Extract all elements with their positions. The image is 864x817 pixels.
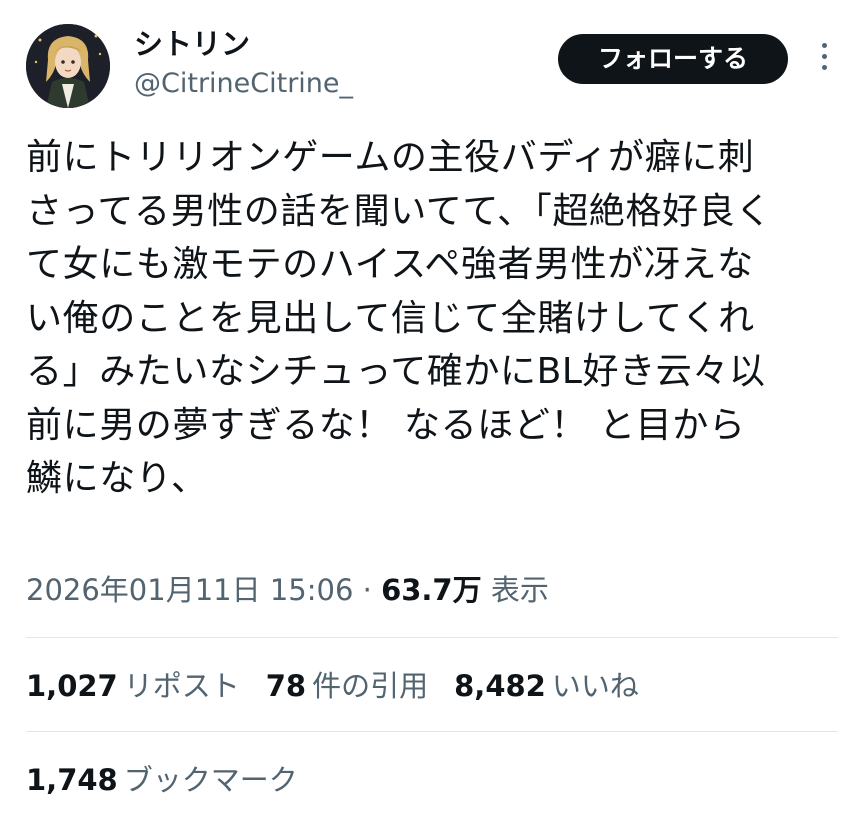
timestamp[interactable]: 2026年01月11日 15:06 <box>26 573 353 607</box>
likes-count: 8,482 <box>454 669 546 703</box>
avatar[interactable] <box>26 24 110 108</box>
tweet-meta: 2026年01月11日 15:06 · 63.7万 表示 <box>26 568 549 612</box>
tweet-text: 前にトリリオンゲームの主役バディが癖に刺 さってる男性の話を聞いてて、「超絶格好… <box>26 131 838 506</box>
views-label: 表示 <box>490 573 549 607</box>
bookmarks-count: 1,748 <box>26 763 118 797</box>
meta-separator: · <box>353 573 382 607</box>
quotes-count: 78 <box>265 669 307 703</box>
tweet-line: 前にトリリオンゲームの主役バディが癖に刺 <box>26 137 755 178</box>
avatar-illustration <box>26 24 110 108</box>
tweet-line: て女にも激モテのハイスペ強者男性が冴えな <box>26 244 754 285</box>
quotes-stat[interactable]: 78 件の引用 <box>266 664 428 708</box>
handle[interactable]: @CitrineCitrine_ <box>134 66 353 102</box>
reposts-count: 1,027 <box>26 669 118 703</box>
tweet-line: 鱗になり、 <box>26 458 208 499</box>
reposts-stat[interactable]: 1,027 リポスト <box>26 664 240 708</box>
display-name[interactable]: シトリン <box>134 26 353 62</box>
tweet-line: い俺のことを見出して信じて全賭けしてくれ <box>26 297 755 339</box>
dot <box>821 54 827 59</box>
reposts-label: リポスト <box>123 669 240 703</box>
tweet-header: シトリン @CitrineCitrine_ フォローする <box>26 22 838 112</box>
likes-label: いいね <box>551 669 639 703</box>
tweet-line: 前に男の夢すぎるな！ なるほど！ と目から <box>26 404 746 446</box>
engagement-stats: 1,027 リポスト 78 件の引用 8,482 いいね <box>26 664 665 708</box>
author-info: シトリン @CitrineCitrine_ <box>134 26 353 102</box>
divider <box>26 637 838 638</box>
dot <box>821 65 827 70</box>
bookmarks-label: ブックマーク <box>123 763 298 797</box>
more-vertical-icon[interactable] <box>812 40 836 80</box>
divider <box>26 731 838 732</box>
views-count: 63.7万 <box>381 573 482 607</box>
follow-button[interactable]: フォローする <box>558 34 788 84</box>
tweet-line: さってる男性の話を聞いてて、「超絶格好良く <box>26 190 772 232</box>
likes-stat[interactable]: 8,482 いいね <box>454 664 639 708</box>
dot <box>821 43 827 48</box>
quotes-label: 件の引用 <box>312 669 429 703</box>
bookmarks-stat[interactable]: 1,748 ブックマーク <box>26 758 298 802</box>
tweet-line: る」みたいなシチュって確かにBL好き云々以 <box>26 351 766 392</box>
